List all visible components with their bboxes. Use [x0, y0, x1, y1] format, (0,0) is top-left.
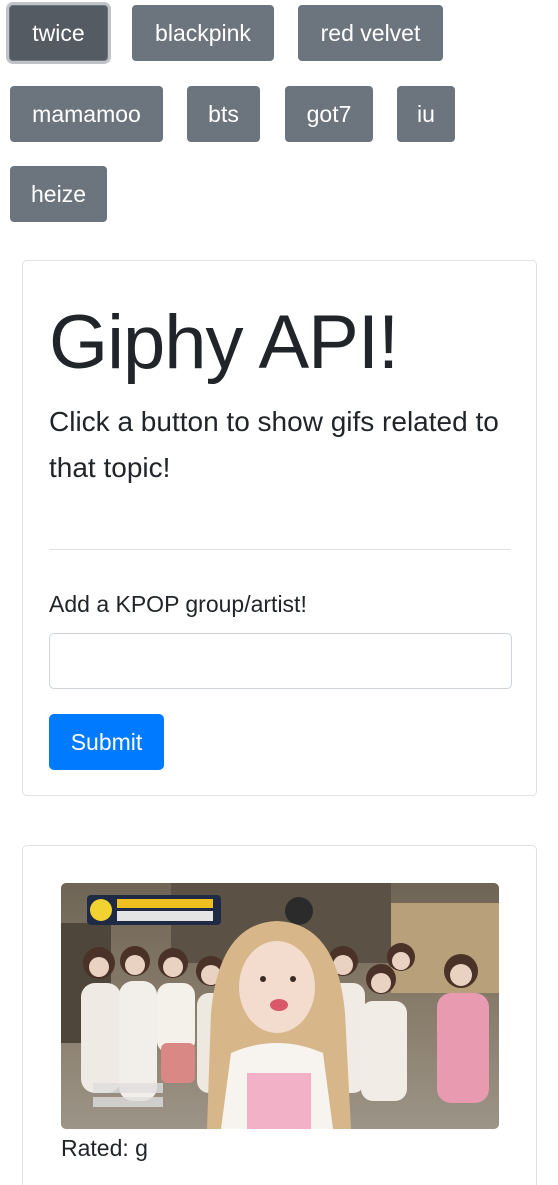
topic-button-iu[interactable]: iu: [397, 86, 455, 142]
page-lead-text: Click a button to show gifs related to t…: [49, 406, 499, 483]
gif-image[interactable]: [61, 883, 499, 1129]
topic-button-mamamoo[interactable]: mamamoo: [10, 86, 163, 142]
topic-button-heize[interactable]: heize: [10, 166, 107, 222]
add-topic-input[interactable]: [49, 633, 512, 689]
gif-rating: Rated: g: [61, 1135, 148, 1161]
topic-button-blackpink[interactable]: blackpink: [132, 5, 274, 61]
topic-button-twice[interactable]: twice: [9, 5, 108, 61]
submit-button[interactable]: Submit: [49, 714, 164, 770]
gif-result-card: Rated: g: [22, 845, 537, 1185]
intro-card: Giphy API! Click a button to show gifs r…: [22, 260, 537, 796]
page-title: Giphy API!: [49, 300, 399, 385]
topic-button-red-velvet[interactable]: red velvet: [298, 5, 443, 61]
divider: [49, 549, 511, 550]
topic-button-bts[interactable]: bts: [187, 86, 260, 142]
add-topic-label: Add a KPOP group/artist!: [49, 591, 307, 617]
topic-button-got7[interactable]: got7: [285, 86, 373, 142]
